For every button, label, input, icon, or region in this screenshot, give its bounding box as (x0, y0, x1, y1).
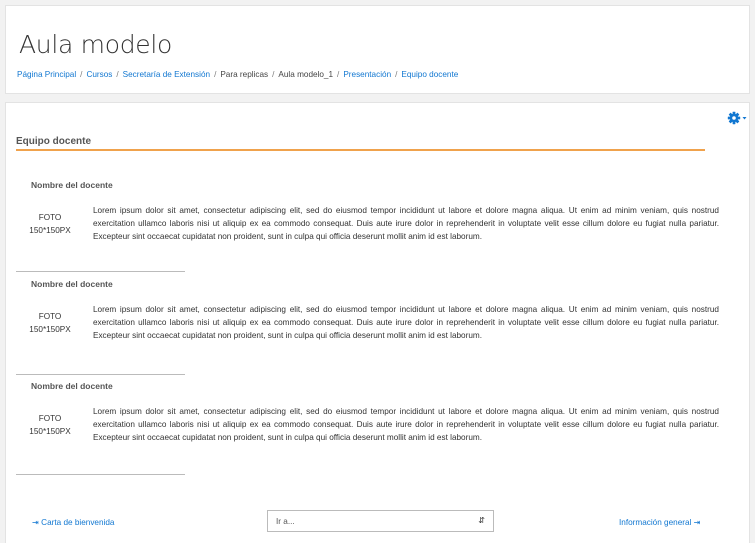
photo-label: FOTO (38, 312, 62, 321)
teacher-bio: Lorem ipsum dolor sit amet, consectetur … (93, 206, 719, 241)
settings-menu-button[interactable] (727, 110, 749, 126)
teacher-bio: Lorem ipsum dolor sit amet, consectetur … (93, 407, 719, 442)
section-divider (16, 149, 705, 151)
next-activity-link[interactable]: Información general ⇥ (619, 517, 701, 527)
prev-activity-link[interactable]: ⇥ Carta de bienvenida (32, 517, 114, 527)
chevron-down-icon (742, 117, 747, 120)
teacher-divider (16, 474, 185, 475)
gear-icon (727, 111, 747, 125)
teacher-divider (16, 271, 185, 272)
photo-label: FOTO (38, 213, 62, 222)
teacher-name: Nombre del docente (31, 180, 113, 190)
teacher-bio: Lorem ipsum dolor sit amet, consectetur … (93, 305, 719, 340)
next-activity-label: Información general (619, 518, 692, 527)
breadcrumb-separator: / (80, 70, 83, 79)
photo-size: 150*150PX (29, 427, 71, 436)
breadcrumb-courses[interactable]: Cursos (86, 70, 112, 79)
photo-size: 150*150PX (29, 325, 71, 334)
breadcrumb-presentacion[interactable]: Presentación (343, 70, 391, 79)
prev-activity-label: Carta de bienvenida (41, 518, 115, 527)
breadcrumb-separator: / (272, 70, 275, 79)
jump-to-placeholder: Ir a... (276, 517, 295, 526)
teacher-photo-placeholder: FOTO 150*150PX (16, 412, 84, 438)
arrow-right-to-bar-icon: ⇥ (693, 518, 701, 527)
jump-to-select[interactable]: Ir a... ⇵ (267, 510, 494, 532)
breadcrumb-separator: / (337, 70, 340, 79)
section-title: Equipo docente (16, 136, 91, 147)
arrow-right-to-bar-icon: ⇥ (32, 518, 39, 527)
page-title: Aula modelo (19, 30, 172, 59)
breadcrumb-equipo-docente[interactable]: Equipo docente (401, 70, 458, 79)
teacher-photo-placeholder: FOTO 150*150PX (16, 310, 84, 336)
photo-size: 150*150PX (29, 226, 71, 235)
photo-label: FOTO (38, 414, 62, 423)
breadcrumb: Página Principal / Cursos / Secretaría de Ex… (17, 70, 458, 79)
breadcrumb-separator: / (214, 70, 217, 79)
teacher-photo-placeholder: FOTO 150*150PX (16, 211, 84, 237)
teacher-name: Nombre del docente (31, 381, 113, 391)
teacher-name: Nombre del docente (31, 279, 113, 289)
breadcrumb-secretaria[interactable]: Secretaría de Extensión (123, 70, 210, 79)
teacher-divider (16, 374, 185, 375)
breadcrumb-para-replicas: Para replicas (220, 70, 269, 79)
breadcrumb-home[interactable]: Página Principal (17, 70, 76, 79)
page-header: Aula modelo Página Principal / Cursos / Secr… (5, 5, 750, 94)
updown-caret-icon: ⇵ (478, 516, 485, 525)
breadcrumb-separator: / (395, 70, 398, 79)
breadcrumb-separator: / (116, 70, 119, 79)
breadcrumb-aula-modelo: Aula modelo_1 (278, 70, 334, 79)
